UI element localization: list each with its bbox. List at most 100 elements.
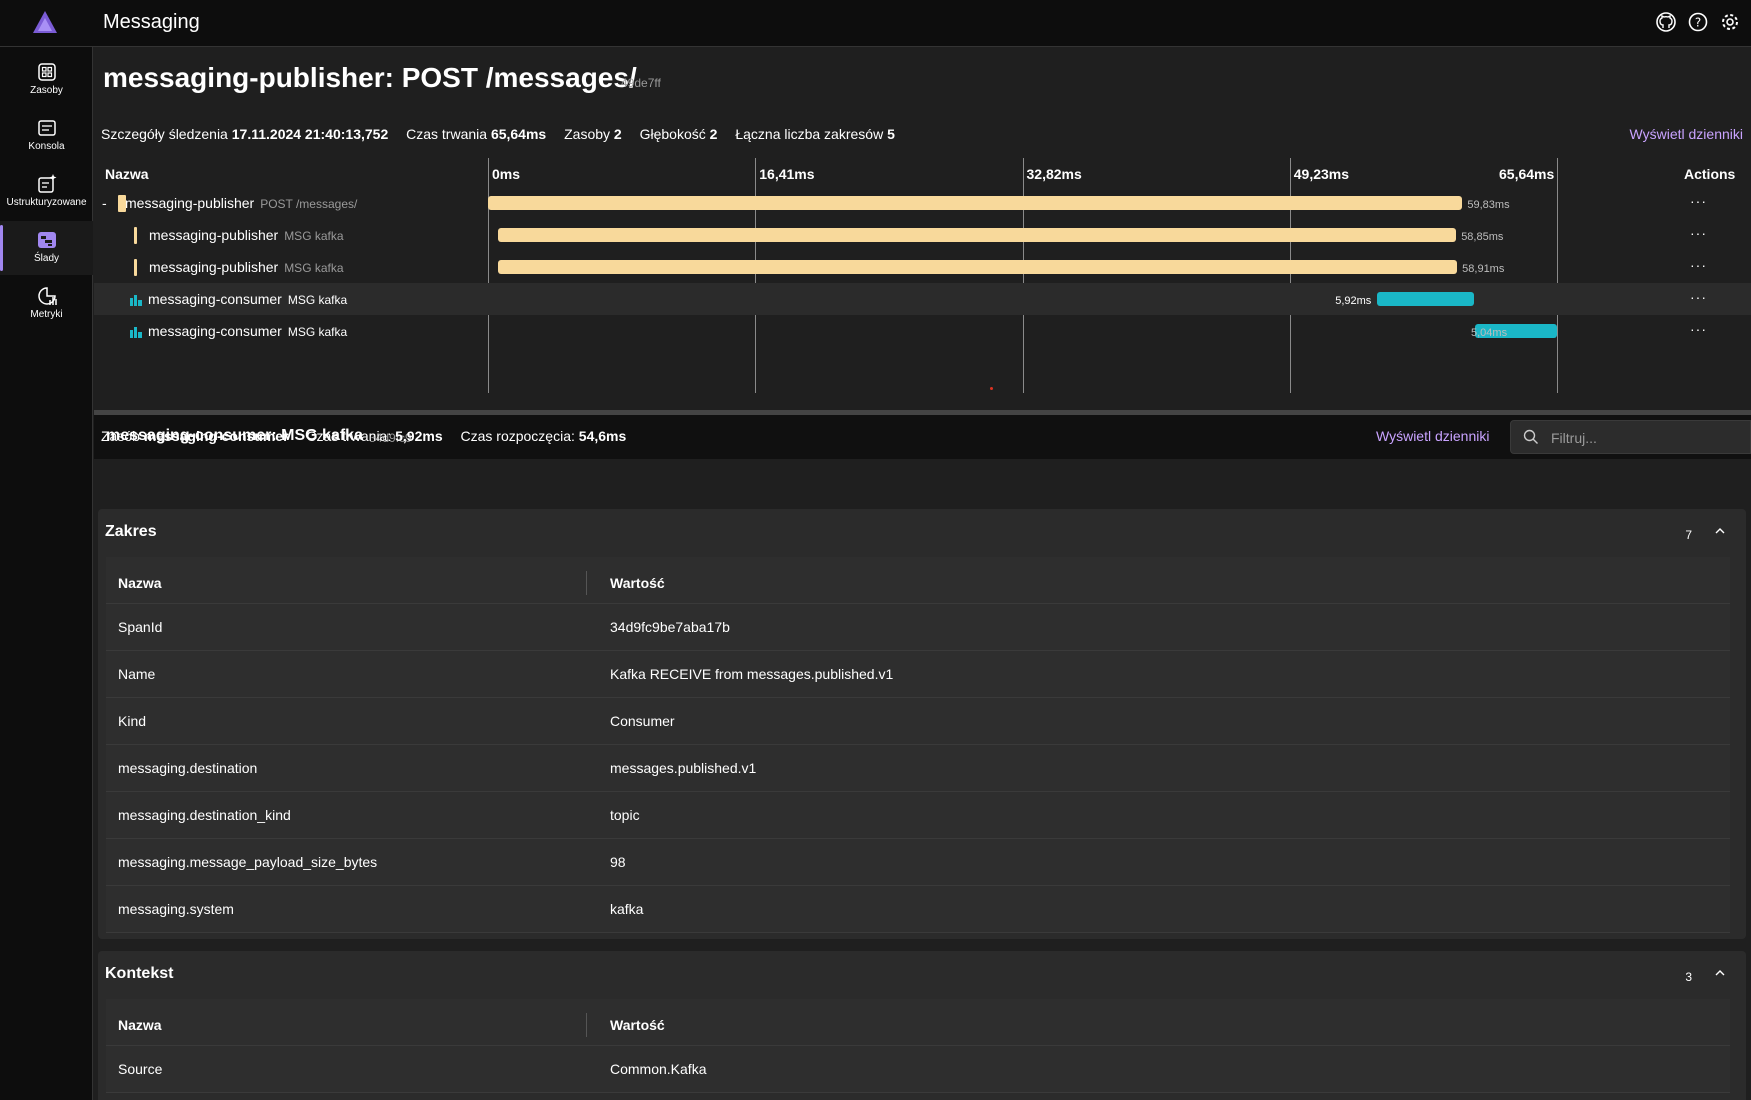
span-operation: MSG kafka	[287, 293, 348, 307]
section-count-badge: 7	[1685, 528, 1692, 542]
sidebar-item-resources[interactable]: Zasoby	[0, 53, 93, 107]
chevron-up-icon[interactable]	[1714, 525, 1726, 537]
filter-field[interactable]	[1510, 420, 1751, 454]
attribute-value: Common.Kafka	[610, 1061, 707, 1077]
trace-summary: Szczegóły śledzenia 17.11.2024 21:40:13,…	[101, 126, 895, 142]
span-service: messaging-consumer	[148, 323, 282, 339]
sidebar-item-label: Ustrukturyzowane	[6, 197, 87, 208]
table-row[interactable]: Kind Consumer	[106, 698, 1730, 745]
name-column-header: Nazwa	[105, 166, 149, 182]
settings-gear-icon[interactable]	[1719, 11, 1741, 33]
actions-column-header: Actions	[1684, 166, 1736, 182]
chevron-up-icon[interactable]	[1714, 967, 1726, 979]
span-operation: POST /messages/	[260, 197, 358, 211]
span-operation: MSG kafka	[284, 261, 344, 275]
trace-span-row[interactable]: - messaging-publisher POST /messages/59,83…	[94, 187, 1751, 219]
span-service: messaging-publisher	[149, 259, 279, 275]
attribute-name: messaging.system	[118, 901, 234, 917]
attribute-value: messages.published.v1	[610, 760, 757, 776]
sidebar-item-structured[interactable]: Ustrukturyzowane	[0, 165, 93, 219]
span-name: messaging-consumer MSG kafka	[148, 291, 347, 307]
total-spans-label: Łączna liczba zakresów	[735, 126, 884, 142]
attribute-value: 34d9fc9be7aba17b	[610, 619, 730, 635]
span-name: messaging-publisher MSG kafka	[149, 227, 344, 243]
timeline-tick-label: 32,82ms	[1026, 166, 1082, 182]
span-attributes-table: Nazwa Wartość SpanId 34d9fc9be7aba17b Name…	[106, 557, 1730, 933]
span-service: messaging-consumer	[148, 291, 282, 307]
timeline-tick-label: 65,64ms	[1499, 166, 1555, 182]
start-time-label: Czas rozpoczęcia:	[460, 428, 575, 444]
timeline-tick-label: 49,23ms	[1293, 166, 1350, 182]
table-row[interactable]: messaging.destination messages.published.…	[106, 745, 1730, 792]
sidebar-item-metrics[interactable]: Metryki	[0, 277, 93, 331]
trace-details-value: 17.11.2024 21:40:13,752	[231, 126, 389, 142]
attribute-value: 98	[610, 854, 626, 870]
name-column-header: Nazwa	[118, 575, 162, 591]
resources-value: 2	[613, 126, 622, 142]
section-title[interactable]: Zakres	[105, 523, 157, 541]
app-logo-icon[interactable]	[32, 10, 58, 34]
timeline-tick-label: 16,41ms	[759, 166, 815, 182]
sidebar-item-traces[interactable]: Ślady	[0, 221, 93, 275]
view-logs-link-detail[interactable]: Wyświetl dzienniki	[1376, 428, 1489, 444]
resources-label: Zasoby	[564, 126, 611, 142]
sidebar-item-label: Ślady	[33, 253, 59, 264]
trace-span-row[interactable]: messaging-publisher MSG kafka 58,85ms ···	[94, 219, 1751, 251]
page-title: messaging-publisher: POST /messages/	[103, 62, 637, 93]
view-logs-link[interactable]: Wyświetl dzienniki	[1630, 126, 1743, 142]
span-duration-bar[interactable]	[497, 228, 1457, 242]
value-column-header: Wartość	[610, 1017, 665, 1033]
span-service: messaging-publisher	[149, 227, 279, 243]
trace-span-row[interactable]: messaging-consumer MSG kafka 5,04ms ···	[94, 315, 1751, 347]
row-actions-button[interactable]: ···	[1690, 289, 1707, 305]
span-duration-bar[interactable]	[497, 260, 1458, 274]
attribute-value: topic	[610, 807, 640, 823]
span-duration-label: 58,91ms	[1462, 263, 1505, 275]
section-count-badge: 3	[1685, 970, 1692, 984]
row-actions-button[interactable]: ···	[1690, 193, 1707, 209]
span-name: messaging-publisher MSG kafka	[149, 259, 344, 275]
consumer-span-icon	[130, 327, 142, 338]
trace-details-label: Szczegóły śledzenia	[101, 126, 228, 142]
table-row[interactable]: messaging.destination_kind topic	[106, 792, 1730, 839]
publisher-span-icon	[134, 259, 137, 276]
span-duration-label: Czas trwania:	[306, 428, 392, 444]
span-name: messaging-consumer MSG kafka	[148, 323, 347, 339]
section-title[interactable]: Kontekst	[105, 965, 173, 983]
traces-icon	[37, 232, 56, 248]
trace-span-row[interactable]: messaging-consumer MSG kafka 5,92ms ···	[94, 283, 1751, 315]
span-operation: MSG kafka	[284, 229, 344, 243]
trace-span-row[interactable]: messaging-publisher MSG kafka 58,91ms ···	[94, 251, 1751, 283]
row-actions-button[interactable]: ···	[1690, 257, 1707, 273]
table-row[interactable]: messaging.message_payload_size_bytes 98	[106, 839, 1730, 886]
timeline-tick-label: 0ms	[492, 166, 521, 182]
depth-value: 2	[709, 126, 718, 142]
name-column-header: Nazwa	[118, 1017, 162, 1033]
help-icon[interactable]: ?	[1687, 11, 1709, 33]
collapse-toggle[interactable]: -	[102, 195, 107, 211]
value-column-header: Wartość	[610, 575, 665, 591]
span-duration-bar[interactable]	[488, 196, 1463, 210]
table-row[interactable]: messaging.system kafka	[106, 886, 1730, 933]
span-attributes-section: Zakres 7 Nazwa Wartość SpanId 34d9fc9be7a…	[98, 509, 1746, 939]
attribute-name: SpanId	[118, 619, 163, 635]
row-actions-button[interactable]: ···	[1690, 321, 1707, 337]
table-row[interactable]: Source Common.Kafka	[106, 1046, 1730, 1093]
trace-waterfall: Nazwa 0ms 16,41ms 32,82ms 49,23ms 65,64ms Ac…	[94, 158, 1751, 398]
table-header-row: Nazwa Wartość	[106, 557, 1730, 604]
attribute-name: messaging.destination	[118, 760, 258, 776]
span-duration-label: 5,04ms	[1471, 327, 1508, 339]
duration-label: Czas trwania	[406, 126, 488, 142]
sidebar-item-label: Metryki	[30, 309, 63, 320]
span-duration-label: 58,85ms	[1461, 231, 1504, 243]
resource-value: messaging-consumer	[143, 428, 289, 444]
row-actions-button[interactable]: ···	[1690, 225, 1707, 241]
github-icon[interactable]	[1655, 11, 1677, 33]
table-row[interactable]: SpanId 34d9fc9be7aba17b	[106, 604, 1730, 651]
filter-input[interactable]	[1551, 428, 1741, 448]
table-row[interactable]: Name Kafka RECEIVE from messages.publishe…	[106, 651, 1730, 698]
marker-dot	[990, 387, 993, 390]
grid-icon	[37, 63, 56, 81]
sidebar-item-console[interactable]: Konsola	[0, 109, 93, 163]
span-duration-bar[interactable]	[1377, 292, 1474, 306]
